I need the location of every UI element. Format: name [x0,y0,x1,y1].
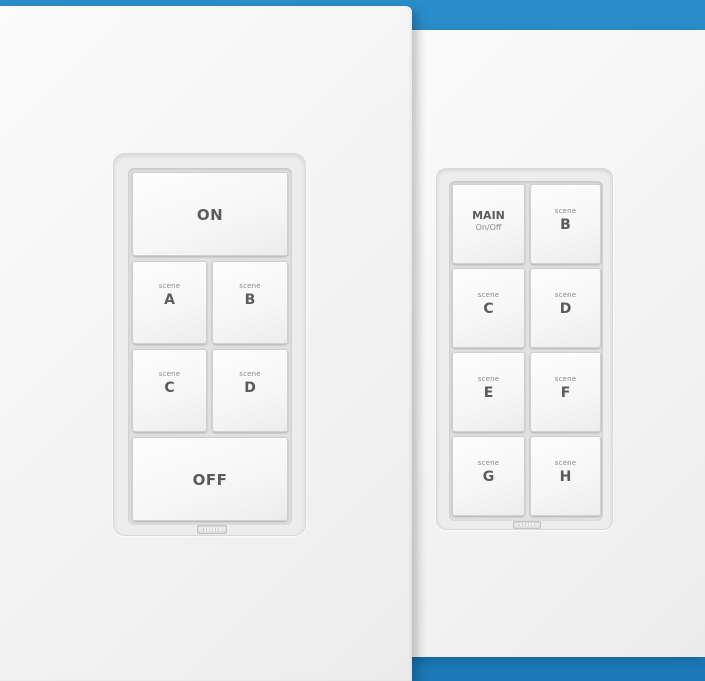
right-keypad: MAIN On/Off scene B scene C scene D scen… [449,181,603,521]
on-button[interactable]: ON [132,172,288,256]
scene-h-button[interactable]: scene H [530,436,601,516]
left-keypad-bezel: ON scene A scene B scene C scene D OFF [113,153,306,536]
scene-caption: scene [477,291,500,299]
scene-letter: D [559,301,572,317]
scene-caption: scene [554,291,577,299]
scene-caption: scene [158,370,181,378]
scene-g-button[interactable]: scene G [452,436,525,516]
main-button-sublabel: On/Off [475,223,502,232]
scene-letter: A [164,292,175,308]
scene-caption: scene [477,459,500,467]
scene-f-button[interactable]: scene F [530,352,601,432]
air-gap-switch[interactable] [197,525,227,534]
scene-letter: H [559,469,572,485]
scene-caption: scene [477,375,500,383]
off-button[interactable]: OFF [132,437,288,521]
left-keypad: ON scene A scene B scene C scene D OFF [128,168,292,525]
right-keypad-bezel: MAIN On/Off scene B scene C scene D scen… [436,168,613,530]
left-wall-plate: ON scene A scene B scene C scene D OFF [0,6,412,681]
scene-letter: G [482,469,495,485]
scene-caption: scene [554,207,577,215]
scene-caption: scene [158,282,181,290]
scene-letter: F [560,385,571,401]
scene-caption: scene [239,282,261,290]
main-button-label: MAIN [472,209,505,222]
scene-letter: B [244,292,256,308]
scene-c-button[interactable]: scene C [132,349,207,432]
scene-letter: C [483,301,494,317]
scene-letter: D [244,380,256,396]
scene-caption: scene [554,459,577,467]
on-button-label: ON [196,206,224,224]
scene-letter: C [164,380,175,396]
scene-e-button[interactable]: scene E [452,352,525,432]
off-button-label: OFF [192,471,228,489]
scene-caption: scene [554,375,577,383]
scene-letter: E [483,385,494,401]
scene-c-button[interactable]: scene C [452,268,525,348]
right-wall-plate: MAIN On/Off scene B scene C scene D scen… [404,30,705,657]
scene-b-button[interactable]: scene B [530,184,601,264]
scene-b-button[interactable]: scene B [212,261,288,344]
scene-letter: B [560,217,571,233]
scene-d-button[interactable]: scene D [530,268,601,348]
air-gap-switch[interactable] [513,521,541,529]
scene-caption: scene [239,370,261,378]
main-on-off-button[interactable]: MAIN On/Off [452,184,525,264]
scene-d-button[interactable]: scene D [212,349,288,432]
scene-a-button[interactable]: scene A [132,261,207,344]
